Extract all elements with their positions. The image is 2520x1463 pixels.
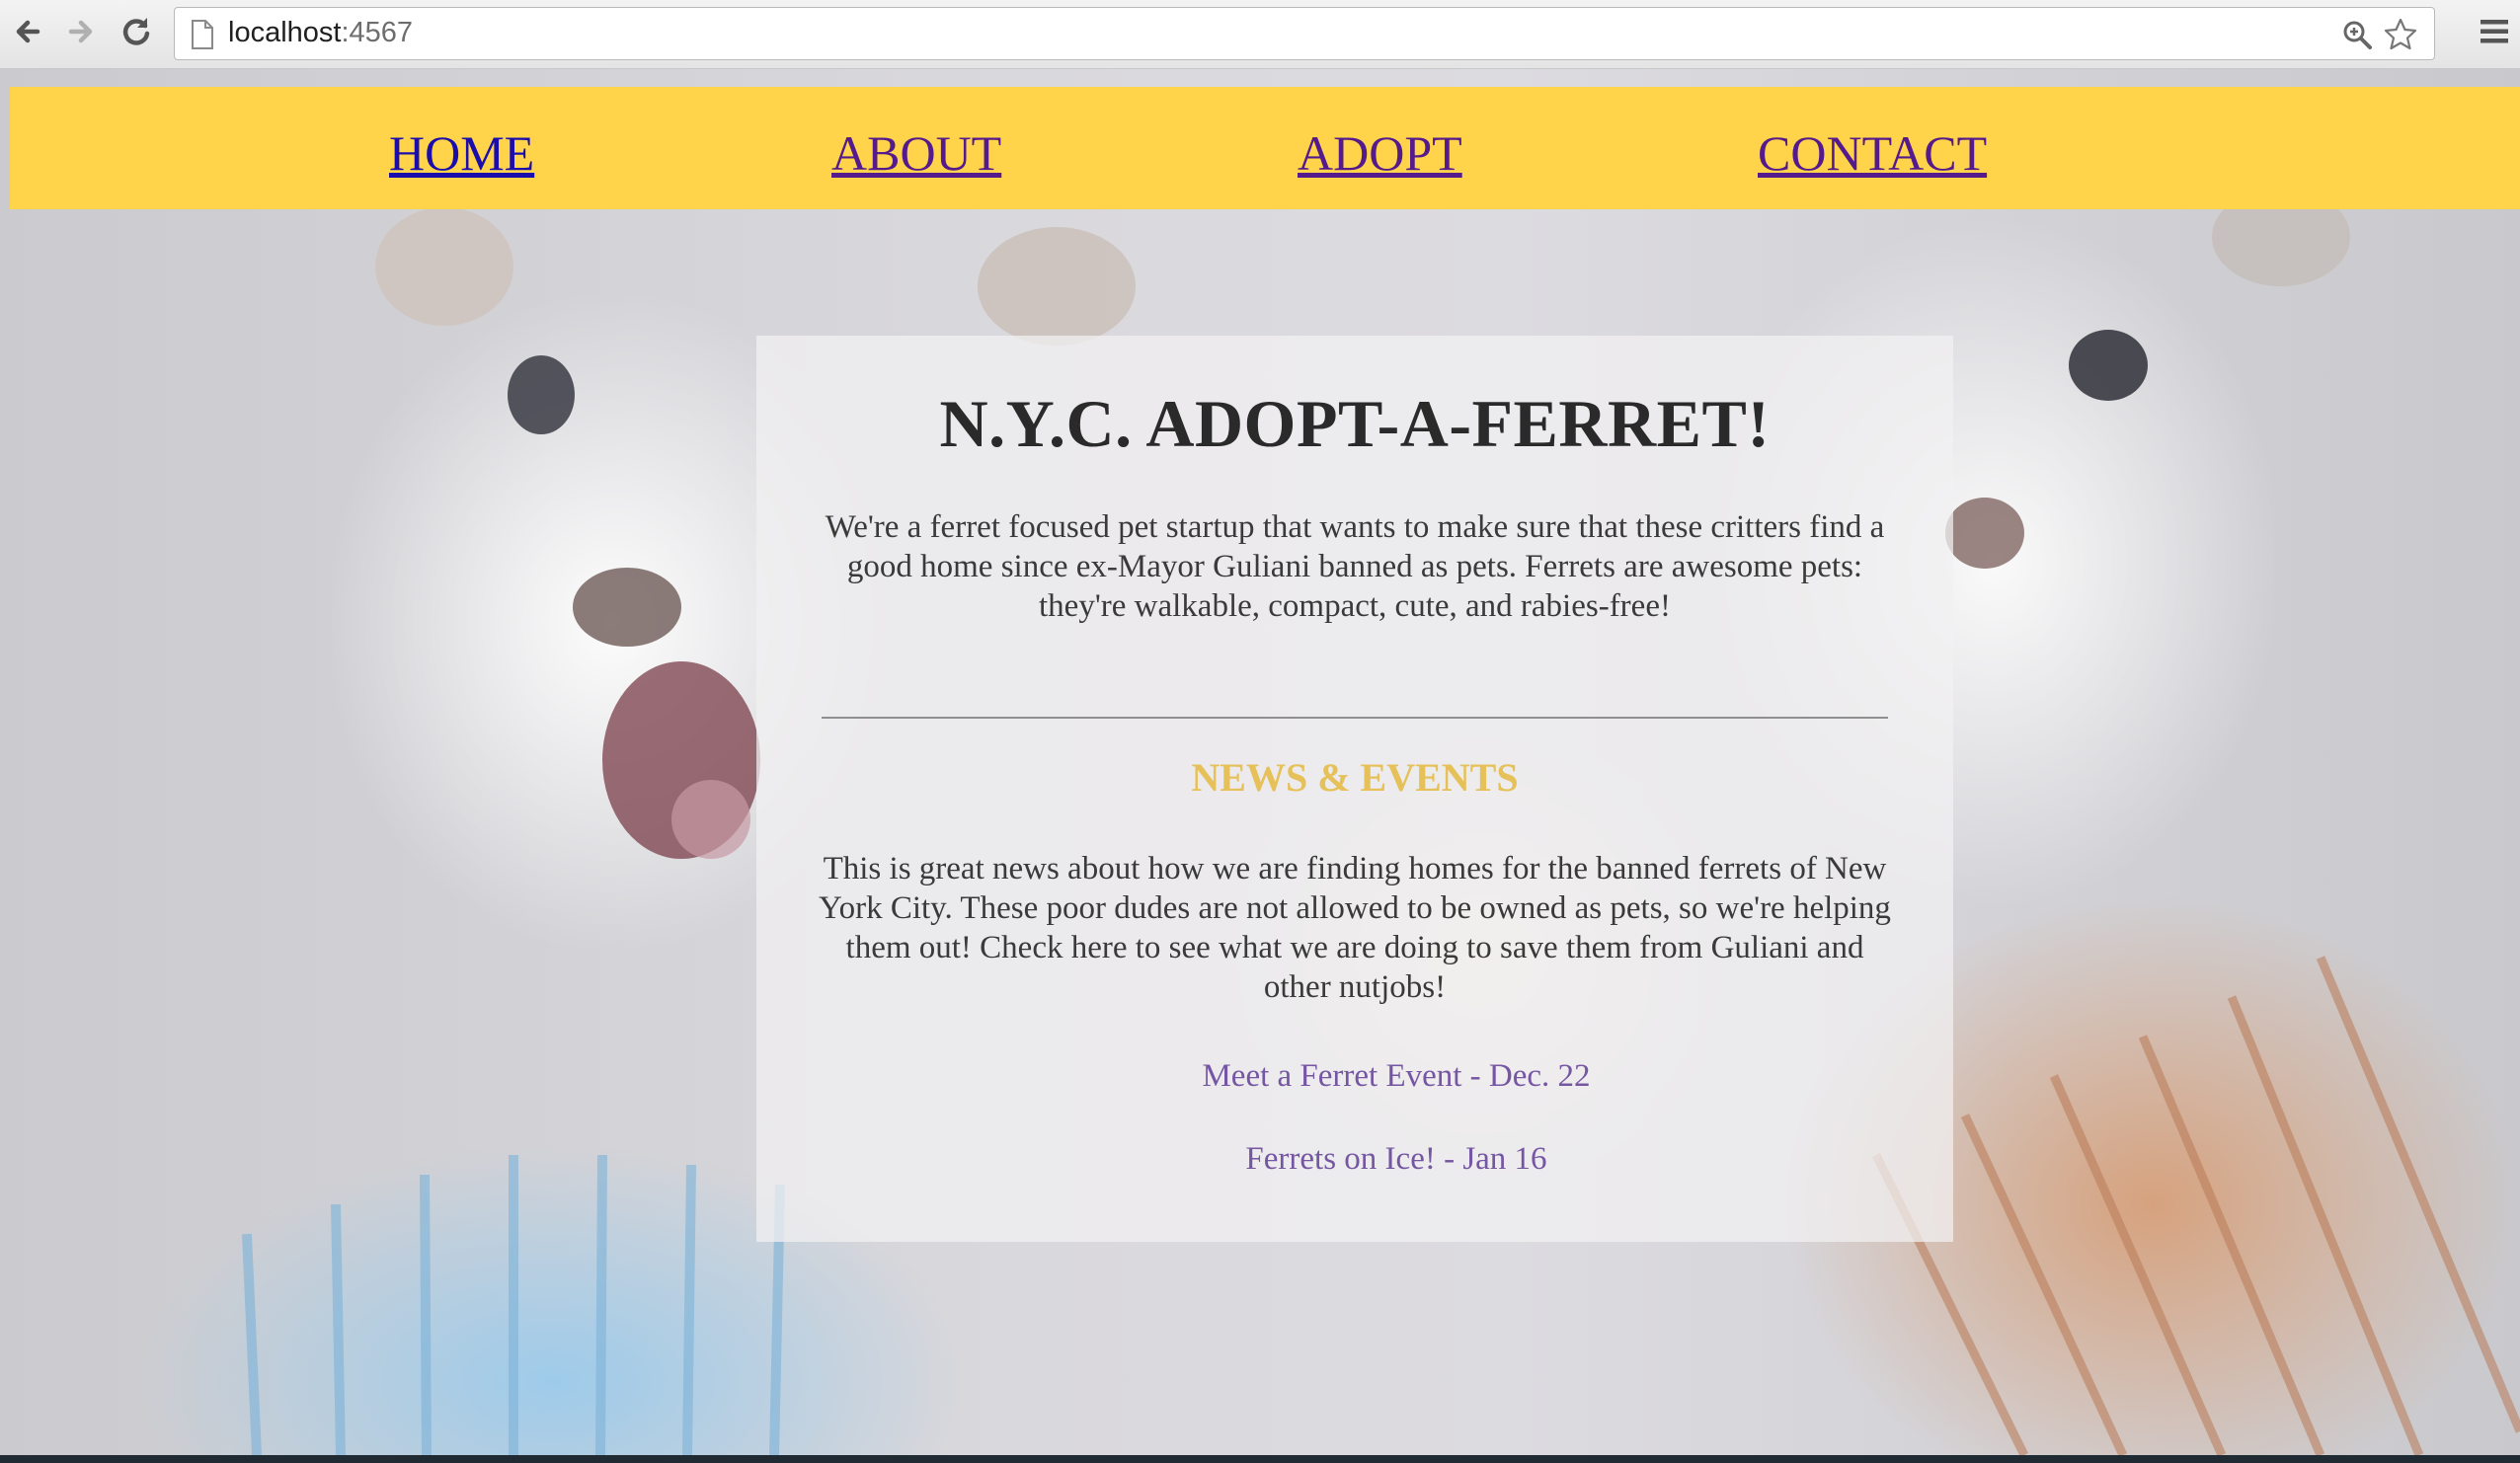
page-title: N.Y.C. ADOPT-A-FERRET! [939, 386, 1771, 461]
url-host: localhost [228, 17, 342, 48]
reload-icon[interactable] [117, 12, 156, 51]
nav-link-home[interactable]: HOME [389, 124, 534, 182]
address-bar[interactable]: localhost:4567 [174, 7, 2435, 60]
forward-arrow-icon[interactable] [61, 12, 101, 51]
star-icon[interactable] [2383, 17, 2418, 52]
browser-toolbar: localhost:4567 [0, 0, 2520, 69]
url-port: :4567 [341, 17, 414, 48]
window-bottom-edge [0, 1455, 2520, 1463]
nav-link-adopt[interactable]: ADOPT [1298, 124, 1462, 182]
news-events-heading: NEWS & EVENTS [1191, 755, 1519, 800]
event-link-meet-a-ferret[interactable]: Meet a Ferret Event - Dec. 22 [756, 1058, 1953, 1095]
nav-link-about[interactable]: ABOUT [831, 124, 1001, 182]
url-text[interactable]: localhost:4567 [228, 17, 413, 49]
back-arrow-icon[interactable] [8, 12, 47, 51]
event-link-ferrets-on-ice[interactable]: Ferrets on Ice! - Jan 16 [756, 1141, 1953, 1178]
content-panel: N.Y.C. ADOPT-A-FERRET! We're a ferret fo… [756, 336, 1953, 1242]
page-icon [191, 20, 214, 49]
zoom-icon[interactable] [2341, 19, 2373, 50]
news-paragraph: This is great news about how we are find… [819, 851, 1891, 1005]
intro-paragraph: We're a ferret focused pet startup that … [825, 509, 1885, 624]
main-navbar: HOME ABOUT ADOPT CONTACT [10, 87, 2520, 209]
section-divider [822, 717, 1888, 719]
hamburger-menu-icon[interactable] [2479, 16, 2510, 47]
page-viewport: HOME ABOUT ADOPT CONTACT N.Y.C. ADOPT-A-… [0, 69, 2520, 1455]
nav-link-contact[interactable]: CONTACT [1758, 124, 1987, 182]
